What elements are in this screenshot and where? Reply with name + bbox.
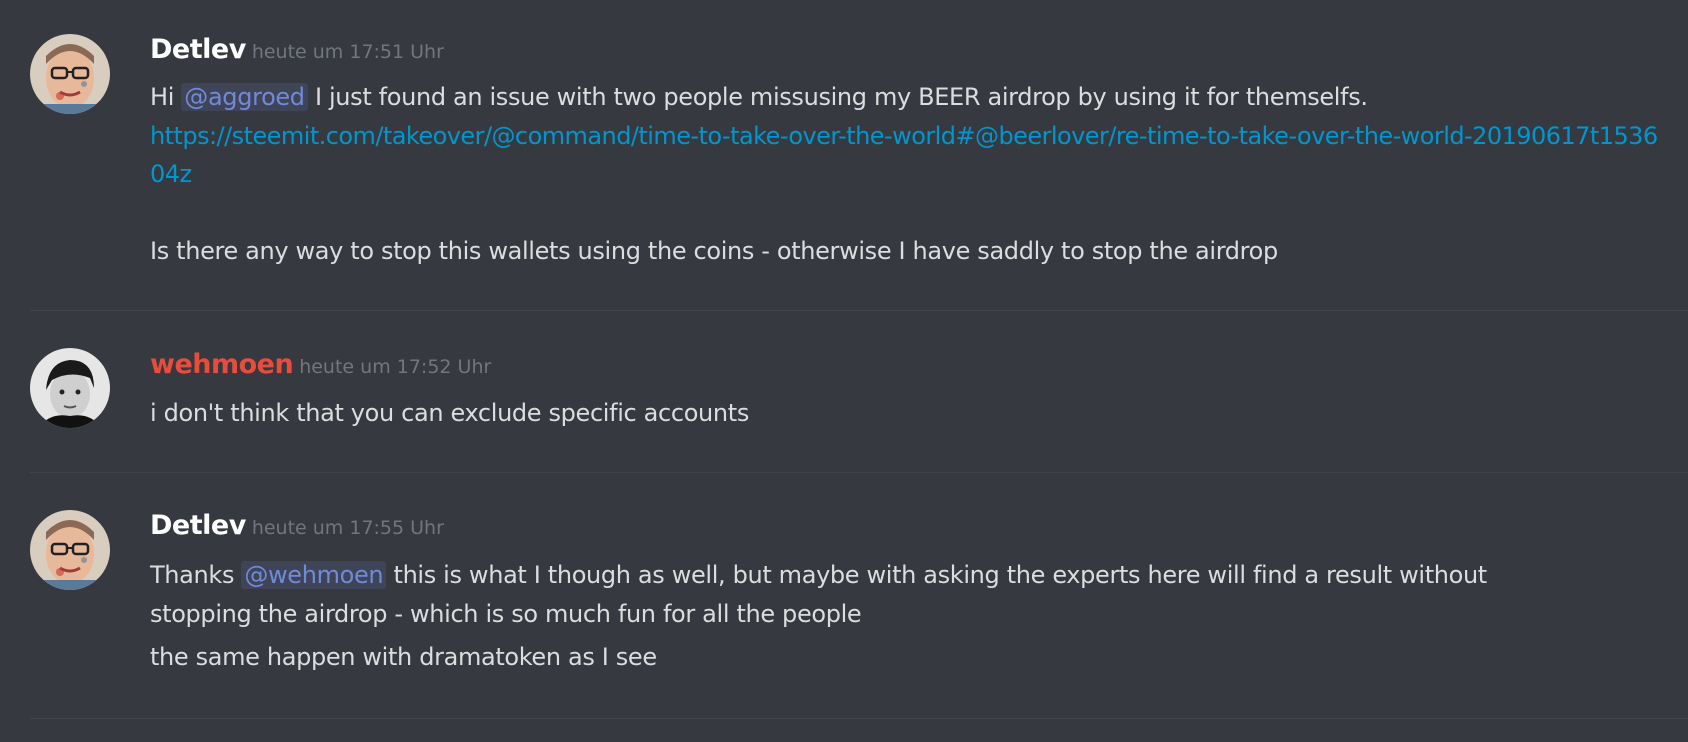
message-text: Hi @aggroed I just found an issue with t… [150,83,1368,111]
message-divider [30,310,1688,311]
message-text: Thanks @wehmoen this is what I though as… [150,561,1487,628]
message-text: Is there any way to stop this wallets us… [150,237,1278,265]
message-link[interactable]: https://steemit.com/takeover/@command/ti… [150,117,1658,193]
message-text: i don't think that you can exclude speci… [150,399,749,427]
message-timestamp: heute um 17:51 Uhr [251,41,444,63]
message-author[interactable]: Detlev [150,510,246,541]
mention-aggroed[interactable]: @aggroed [181,83,308,111]
avatar-detlev[interactable] [30,510,110,590]
message-timestamp: heute um 17:55 Uhr [251,517,444,539]
message-author[interactable]: wehmoen [150,349,294,380]
message-divider [30,718,1688,719]
message-timestamp: heute um 17:52 Uhr [299,356,492,378]
avatar-wehmoen[interactable] [30,348,110,428]
mention-wehmoen[interactable]: @wehmoen [241,561,387,589]
message-divider [30,472,1688,473]
message-text: the same happen with dramatoken as I see [150,643,657,671]
avatar-detlev[interactable] [30,34,110,114]
message-author[interactable]: Detlev [150,34,246,65]
chat-messages: Detlev heute um 17:51 Uhr Hi @aggroed I j… [0,0,1688,742]
